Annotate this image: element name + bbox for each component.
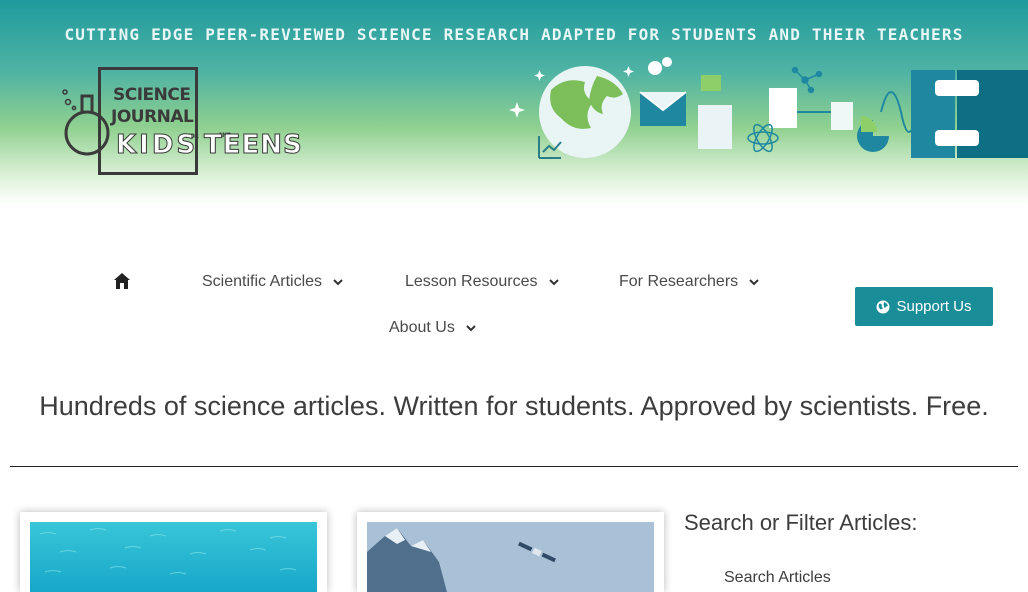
tablet-icon <box>831 102 853 130</box>
home-icon[interactable] <box>113 272 131 290</box>
nav-item-label: For Researchers <box>619 273 739 290</box>
search-articles-label: Search Articles <box>724 569 831 586</box>
support-us-label: Support Us <box>896 298 972 315</box>
chevron-down-icon <box>548 279 559 286</box>
satellite-image <box>367 522 654 592</box>
divider <box>10 466 1018 467</box>
chat-icon <box>701 75 721 91</box>
globe-icon <box>876 300 890 313</box>
gear-icon <box>648 57 672 75</box>
article-card[interactable] <box>357 512 664 592</box>
document-icon <box>698 105 732 149</box>
globe-illustration <box>539 66 631 158</box>
nav-item-label: Lesson Resources <box>405 273 538 290</box>
chevron-down-icon <box>749 279 759 286</box>
tagline: CUTTING EDGE PEER-REVIEWED SCIENCE RESEA… <box>64 25 964 44</box>
chevron-down-icon <box>466 325 476 332</box>
nav-item-about-us[interactable]: About Us <box>389 319 477 337</box>
chevron-down-icon <box>333 279 343 286</box>
water-image <box>30 522 317 592</box>
article-thumbnail[interactable] <box>30 522 317 592</box>
support-us-button[interactable]: Support Us <box>855 287 993 326</box>
logo-text-journal: JOURNAL <box>111 107 194 127</box>
nav-item-label: About Us <box>389 319 455 336</box>
sidebar-title: Search or Filter Articles: <box>684 510 918 535</box>
article-thumbnail[interactable] <box>367 522 654 592</box>
page-headline: Hundreds of science articles. Written fo… <box>39 391 989 421</box>
nav-item-for-researchers[interactable]: For Researchers <box>619 273 760 291</box>
nav-item-label: Scientific Articles <box>202 273 323 290</box>
logo-text-kids: KIDS <box>115 130 199 161</box>
nav-item-lesson-resources[interactable]: Lesson Resources <box>405 273 560 291</box>
nav-item-scientific-articles[interactable]: Scientific Articles <box>202 273 344 291</box>
header-banner: CUTTING EDGE PEER-REVIEWED SCIENCE RESEA… <box>0 0 1028 205</box>
logo-text-science: SCIENCE <box>113 85 191 105</box>
science-illustration <box>509 57 1028 159</box>
article-card[interactable] <box>20 512 327 592</box>
logo-text-teens: TEENS <box>204 130 303 161</box>
